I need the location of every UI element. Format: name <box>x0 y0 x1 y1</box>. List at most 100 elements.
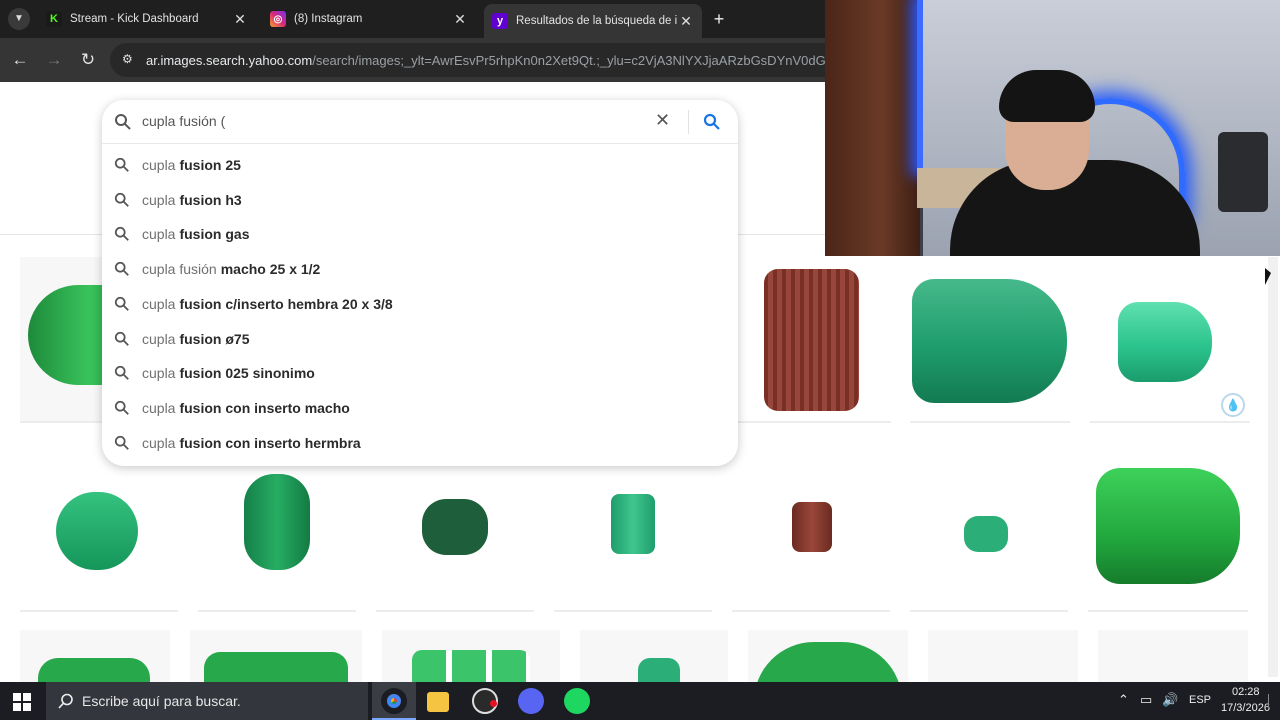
suggestion-item[interactable]: cupla fusion ø75 <box>102 324 738 354</box>
close-icon[interactable]: ✕ <box>678 13 694 30</box>
kick-icon: K <box>46 11 62 27</box>
result-image[interactable] <box>1088 444 1248 612</box>
suggestion-prefix: cupla <box>142 365 176 382</box>
clock-date[interactable]: 17/3/2026 <box>1221 702 1270 714</box>
search-submit-icon[interactable] <box>703 113 721 136</box>
pipe-fitting-image <box>764 269 859 411</box>
browser-toolbar: ← → ↻ ⚙ ar.images.search.yahoo.com/searc… <box>0 38 825 82</box>
result-image[interactable] <box>732 444 890 612</box>
show-hidden-icons-icon[interactable]: ⌃ <box>1118 692 1129 708</box>
search-icon <box>102 435 142 451</box>
notification-dot <box>490 700 497 707</box>
tab-title: Stream - Kick Dashboard <box>70 13 199 25</box>
tab-title: Resultados de la búsqueda de i <box>516 15 678 27</box>
address-bar[interactable]: ⚙ ar.images.search.yahoo.com/search/imag… <box>110 43 825 77</box>
suggestion-completion: fusion con inserto macho <box>179 399 350 416</box>
result-image[interactable] <box>580 630 728 682</box>
result-image[interactable] <box>376 444 534 612</box>
pipe-fitting-image <box>1096 468 1240 584</box>
suggestion-prefix: cupla <box>142 157 176 173</box>
speaker-image <box>1218 132 1268 212</box>
suggestion-completion: fusion 025 sinonimo <box>179 365 315 382</box>
taskbar-search-placeholder: Escribe aquí para buscar. <box>82 693 241 709</box>
windows-start-icon[interactable] <box>13 693 31 711</box>
search-autocomplete: cupla fusión ( ✕ cupla fusion 25 cupla fusi… <box>102 100 738 466</box>
result-image[interactable] <box>382 630 560 682</box>
result-image[interactable] <box>748 630 908 682</box>
clear-search-button[interactable]: ✕ <box>655 110 670 131</box>
suggestion-prefix: cupla <box>142 330 176 347</box>
chrome-icon[interactable] <box>381 688 407 714</box>
result-image[interactable] <box>198 444 356 612</box>
tab-kick[interactable]: K Stream - Kick Dashboard ✕ <box>38 4 256 34</box>
pipe-fitting-image <box>244 474 310 570</box>
search-icon <box>58 693 74 712</box>
page-scrollbar[interactable] <box>1268 257 1278 677</box>
result-image[interactable] <box>554 444 712 612</box>
search-icon <box>102 226 142 242</box>
pipe-fitting-image <box>56 492 138 570</box>
taskbar-search-box[interactable]: Escribe aquí para buscar. <box>46 682 368 720</box>
close-icon[interactable]: ✕ <box>232 11 248 28</box>
suggestion-completion: fusion h3 <box>179 191 242 208</box>
site-settings-icon[interactable]: ⚙ <box>122 52 133 66</box>
url-host: ar.images.search.yahoo.com <box>146 52 313 68</box>
windows-taskbar: Escribe aquí para buscar. ⌃ ▭ 🔊 ESP 02:2… <box>0 682 1280 720</box>
tab-yahoo-results[interactable]: y Resultados de la búsqueda de i ✕ <box>484 4 702 38</box>
network-icon[interactable]: ▭ <box>1140 692 1152 708</box>
pipe-fitting-image <box>412 650 530 682</box>
result-image[interactable] <box>20 630 170 682</box>
suggestion-item[interactable]: cupla fusion gas <box>102 219 738 249</box>
suggestion-item[interactable]: cupla fusion c/inserto hembra 20 x 3/8 <box>102 289 738 319</box>
suggestion-item[interactable]: cupla fusion con inserto hermbra <box>102 428 738 458</box>
suggestion-prefix: cupla <box>142 295 176 312</box>
tab-list-dropdown-button[interactable]: ▼ <box>8 8 30 30</box>
search-bar: cupla fusión ( ✕ <box>102 100 738 144</box>
pipe-fitting-image <box>38 658 150 682</box>
discord-icon[interactable] <box>518 688 544 714</box>
suggestion-item[interactable]: cupla fusión macho 25 x 1/2 <box>102 254 738 284</box>
spotify-icon[interactable] <box>564 688 590 714</box>
volume-icon[interactable]: 🔊 <box>1162 692 1178 708</box>
result-image[interactable] <box>190 630 362 682</box>
language-indicator[interactable]: ESP <box>1189 694 1211 706</box>
divider <box>688 110 689 134</box>
yahoo-icon: y <box>492 13 508 29</box>
result-image[interactable]: 💧 <box>1090 257 1250 423</box>
pipe-fitting-image <box>204 652 348 682</box>
file-explorer-icon[interactable] <box>427 692 449 712</box>
new-tab-button[interactable]: + <box>708 8 730 30</box>
search-icon <box>102 157 142 173</box>
result-image[interactable] <box>910 257 1070 423</box>
notification-icon[interactable] <box>1268 694 1276 708</box>
search-input[interactable]: cupla fusión ( <box>142 113 225 129</box>
url-path: /search/images;_ylt=AwrEsvPr5rhpKn0n2Xet… <box>312 52 825 68</box>
search-icon <box>102 296 142 312</box>
suggestion-completion: macho 25 x 1/2 <box>220 261 321 278</box>
pipe-fitting-image <box>792 502 832 552</box>
suggestion-item[interactable]: cupla fusion con inserto macho <box>102 393 738 423</box>
forward-button[interactable]: → <box>42 48 66 72</box>
suggestion-completion: fusion c/inserto hembra 20 x 3/8 <box>179 295 393 312</box>
pipe-fitting-image <box>1118 302 1212 382</box>
search-icon <box>102 365 142 381</box>
tab-instagram[interactable]: ◎ (8) Instagram ✕ <box>262 4 476 34</box>
instagram-icon: ◎ <box>270 11 286 27</box>
result-image[interactable] <box>1098 630 1248 682</box>
suggestion-completion: fusion gas <box>179 226 250 243</box>
result-image[interactable] <box>737 257 891 423</box>
back-button[interactable]: ← <box>8 48 32 72</box>
result-image[interactable] <box>910 444 1068 612</box>
reload-button[interactable]: ↻ <box>76 48 100 72</box>
suggestion-item[interactable]: cupla fusion 25 <box>102 150 738 180</box>
pipe-fitting-image <box>912 279 1067 403</box>
clock-time[interactable]: 02:28 <box>1232 686 1260 698</box>
suggestion-completion: fusion ø75 <box>179 330 250 347</box>
result-image[interactable] <box>928 630 1078 682</box>
suggestion-item[interactable]: cupla fusion h3 <box>102 185 738 215</box>
close-icon[interactable]: ✕ <box>452 11 468 28</box>
result-image[interactable] <box>20 444 178 612</box>
pipe-fitting-image <box>611 494 655 554</box>
suggestion-item[interactable]: cupla fusion 025 sinonimo <box>102 358 738 388</box>
water-drop-icon[interactable]: 💧 <box>1221 393 1245 417</box>
